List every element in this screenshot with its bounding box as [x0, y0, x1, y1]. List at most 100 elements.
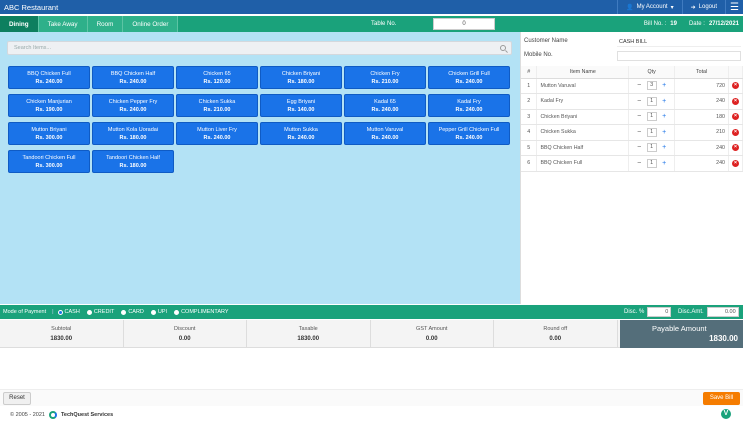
row-item-name: Chicken Briyani — [536, 109, 630, 125]
plus-icon[interactable]: + — [661, 160, 668, 167]
bill-date-value: 27/12/2021 — [708, 21, 739, 27]
remove-icon[interactable]: × — [732, 97, 739, 105]
payment-option-credit[interactable]: CREDIT — [86, 309, 114, 315]
minus-icon[interactable]: − — [636, 113, 643, 120]
minus-icon[interactable]: − — [636, 98, 643, 105]
hamburger-icon[interactable]: ☰ — [725, 0, 743, 14]
tab-take-away[interactable]: Take Away — [38, 16, 88, 32]
menu-item-name: Tandoori Chicken Full — [22, 154, 76, 161]
menu-item-button[interactable]: Chicken Fry Rs. 210.00 — [344, 66, 426, 89]
menu-item-price: Rs. 210.00 — [371, 78, 399, 85]
menu-item-button[interactable]: Kadal Fry Rs. 240.00 — [428, 94, 510, 117]
tab-dining[interactable]: Dining — [0, 16, 39, 32]
menu-item-button[interactable]: Mutton Sukka Rs. 240.00 — [260, 122, 342, 145]
table-no-input[interactable]: 0 — [433, 18, 495, 30]
payment-option-complimentary[interactable]: COMPLIMENTARY — [174, 309, 229, 315]
plus-icon[interactable]: + — [661, 113, 668, 120]
row-item-name: Chicken Sukka — [536, 124, 630, 141]
menu-item-button[interactable]: Chicken 65 Rs. 120.00 — [176, 66, 258, 89]
app-title: ABC Restaurant — [4, 2, 59, 12]
menu-item-button[interactable]: Tandoori Chicken Full Rs. 300.00 — [8, 150, 90, 173]
row-qty-stepper: −1 + — [628, 109, 676, 125]
remove-icon[interactable]: × — [732, 144, 739, 152]
customer-name-field[interactable]: CASH BILL — [617, 37, 741, 47]
menu-item-button[interactable]: BBQ Chicken Half Rs. 240.00 — [92, 66, 174, 89]
remove-icon[interactable]: × — [732, 113, 739, 121]
remove-icon[interactable]: × — [732, 159, 739, 167]
tab-online-order[interactable]: Online Order — [123, 16, 179, 32]
qty-input[interactable]: 1 — [646, 143, 657, 153]
row-total: 180 — [674, 109, 729, 125]
menu-item-button[interactable]: Chicken Sukka Rs. 210.00 — [176, 94, 258, 117]
qty-input[interactable]: 1 — [646, 127, 657, 137]
menu-item-grid: BBQ Chicken Full Rs. 240.00 BBQ Chicken Ha… — [8, 66, 512, 173]
save-bill-button[interactable]: Save Bill — [703, 392, 740, 405]
menu-item-name: Chicken 65 — [203, 70, 231, 77]
remove-icon[interactable]: × — [732, 82, 739, 90]
radio-icon[interactable] — [86, 309, 92, 315]
payment-option-cash[interactable]: CASH — [57, 309, 80, 315]
menu-item-button[interactable]: Tandoori Chicken Half Rs. 180.00 — [92, 150, 174, 173]
discount-percent-input[interactable]: 0 — [647, 307, 672, 317]
minus-icon[interactable]: − — [636, 82, 643, 89]
menu-item-button[interactable]: Mutton Liver Fry Rs. 240.00 — [176, 122, 258, 145]
summary-label: Subtotal — [51, 325, 72, 332]
plus-icon[interactable]: + — [661, 129, 668, 136]
summary-value: 1830.00 — [297, 335, 320, 342]
payment-mode-bar: Mode of Payment | CASH CREDIT CARD UPI COMPL… — [0, 305, 743, 319]
menu-item-button[interactable]: Mutton Kola Uoradai Rs. 180.00 — [92, 122, 174, 145]
menu-item-name: Chicken Manjurian — [26, 98, 72, 105]
col-header-total: Total — [674, 66, 729, 79]
tab-room[interactable]: Room — [87, 16, 124, 32]
radio-icon[interactable] — [150, 309, 156, 315]
my-account-menu[interactable]: 👤 My Account ▾ — [617, 0, 682, 14]
radio-icon[interactable] — [174, 309, 180, 315]
row-index: 2 — [521, 93, 538, 110]
plus-icon[interactable]: + — [661, 144, 668, 151]
menu-item-button[interactable]: Chicken Pepper Fry Rs. 240.00 — [92, 94, 174, 117]
brand-v-icon: V — [721, 409, 731, 419]
minus-icon[interactable]: − — [636, 129, 643, 136]
menu-item-name: BBQ Chicken Half — [110, 70, 156, 77]
menu-item-button[interactable]: Mutton Briyani Rs. 300.00 — [8, 122, 90, 145]
menu-item-button[interactable]: Pepper Grill Chicken Full Rs. 240.00 — [428, 122, 510, 145]
logout-button[interactable]: ➜ Logout — [681, 0, 725, 14]
summary-value: 0.00 — [549, 335, 562, 342]
mobile-no-field[interactable] — [617, 51, 741, 61]
menu-item-button[interactable]: Mutton Varuval Rs. 240.00 — [344, 122, 426, 145]
menu-item-button[interactable]: Chicken Manjurian Rs. 190.00 — [8, 94, 90, 117]
plus-icon[interactable]: + — [661, 82, 668, 89]
table-row: 5 BBQ Chicken Half −1 +240 × — [521, 140, 743, 156]
menu-item-price: Rs. 240.00 — [455, 106, 483, 113]
menu-item-button[interactable]: Chicken Briyani Rs. 180.00 — [260, 66, 342, 89]
discount-amount-label: Disc.Amt. — [678, 309, 704, 315]
menu-item-button[interactable]: Chicken Grill Full Rs. 240.00 — [428, 66, 510, 89]
qty-input[interactable]: 1 — [646, 96, 657, 106]
minus-icon[interactable]: − — [636, 160, 643, 167]
discount-amount-input[interactable]: 0.00 — [706, 307, 739, 317]
radio-icon[interactable] — [57, 309, 63, 315]
payment-mode-label: Mode of Payment — [3, 309, 47, 315]
search-input[interactable]: Search Items... — [7, 41, 512, 55]
payment-option-label: CASH — [64, 309, 80, 315]
menu-item-button[interactable]: Kadal 65 Rs. 240.00 — [344, 94, 426, 117]
payment-option-card[interactable]: CARD — [121, 309, 144, 315]
menu-item-button[interactable]: Egg Briyani Rs. 140.00 — [260, 94, 342, 117]
qty-input[interactable]: 3 — [646, 81, 657, 91]
action-bar: Reset Save Bill — [0, 389, 743, 406]
menu-item-name: Mutton Briyani — [31, 126, 67, 133]
col-header-item-name: Item Name — [536, 66, 630, 79]
menu-panel: Search Items... BBQ Chicken Full Rs. 240.… — [0, 32, 520, 304]
radio-icon[interactable] — [121, 309, 127, 315]
payment-option-upi[interactable]: UPI — [150, 309, 167, 315]
row-delete: × — [728, 78, 743, 94]
summary-subtotal: Subtotal 1830.00 — [0, 320, 124, 347]
minus-icon[interactable]: − — [636, 144, 643, 151]
qty-input[interactable]: 1 — [646, 158, 657, 168]
qty-input[interactable]: 1 — [646, 112, 657, 122]
reset-button[interactable]: Reset — [3, 392, 31, 405]
menu-item-button[interactable]: BBQ Chicken Full Rs. 240.00 — [8, 66, 90, 89]
remove-icon[interactable]: × — [732, 128, 739, 136]
top-navbar: ABC Restaurant 👤 My Account ▾ ➜ Logout ☰ — [0, 0, 743, 14]
plus-icon[interactable]: + — [661, 98, 668, 105]
